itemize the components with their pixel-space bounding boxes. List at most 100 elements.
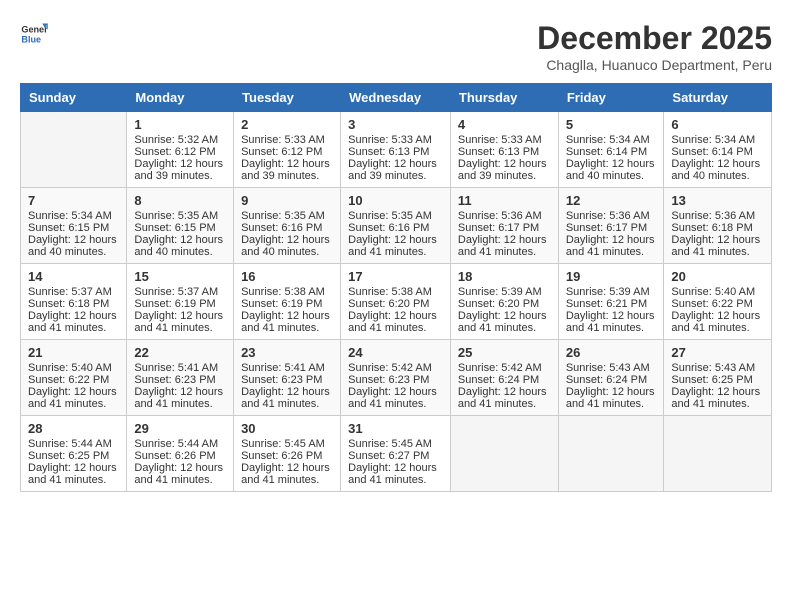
daylight-text: Daylight: 12 hours and 41 minutes. <box>28 462 119 486</box>
calendar-cell: 11Sunrise: 5:36 AMSunset: 6:17 PMDayligh… <box>450 188 558 264</box>
daylight-text: Daylight: 12 hours and 41 minutes. <box>458 386 551 410</box>
sunrise-text: Sunrise: 5:37 AM <box>28 286 119 298</box>
sunrise-text: Sunrise: 5:43 AM <box>566 362 657 374</box>
calendar-cell: 8Sunrise: 5:35 AMSunset: 6:15 PMDaylight… <box>127 188 234 264</box>
calendar-cell: 2 Sunrise: 5:33 AMSunset: 6:12 PMDaylight… <box>234 112 341 188</box>
calendar-week-row: 1Sunrise: 5:32 AMSunset: 6:12 PMDaylight… <box>21 112 772 188</box>
sunrise-text: Sunrise: 5:33 AM <box>458 134 551 146</box>
calendar-cell <box>450 416 558 492</box>
logo-icon: General Blue <box>20 20 48 48</box>
calendar-cell: 12Sunrise: 5:36 AMSunset: 6:17 PMDayligh… <box>558 188 664 264</box>
day-number: 11 <box>458 193 551 208</box>
sunrise-text: Sunrise: 5:42 AM <box>458 362 551 374</box>
sunrise-text: Sunrise: 5:33 AM <box>241 134 333 146</box>
sunset-text: Sunset: 6:16 PM <box>241 222 333 234</box>
daylight-text: Daylight: 12 hours and 41 minutes. <box>671 386 764 410</box>
daylight-text: Daylight: 12 hours and 39 minutes. <box>134 158 226 182</box>
day-number: 12 <box>566 193 657 208</box>
sunset-text: Sunset: 6:22 PM <box>671 298 764 310</box>
sunrise-text: Sunrise: 5:40 AM <box>671 286 764 298</box>
sunset-text: Sunset: 6:12 PM <box>134 146 226 158</box>
sunset-text: Sunset: 6:26 PM <box>241 450 333 462</box>
sunset-text: Sunset: 6:22 PM <box>28 374 119 386</box>
calendar-cell: 6Sunrise: 5:34 AMSunset: 6:14 PMDaylight… <box>664 112 772 188</box>
calendar-cell <box>21 112 127 188</box>
page-header: General Blue December 2025 Chaglla, Huan… <box>20 20 772 73</box>
day-number: 16 <box>241 269 333 284</box>
sunrise-text: Sunrise: 5:34 AM <box>566 134 657 146</box>
daylight-text: Daylight: 12 hours and 39 minutes. <box>348 158 443 182</box>
weekday-header-friday: Friday <box>558 84 664 112</box>
sunrise-text: Sunrise: 5:42 AM <box>348 362 443 374</box>
day-number: 20 <box>671 269 764 284</box>
daylight-text: Daylight: 12 hours and 41 minutes. <box>348 462 443 486</box>
sunrise-text: Sunrise: 5:39 AM <box>458 286 551 298</box>
sunset-text: Sunset: 6:15 PM <box>28 222 119 234</box>
calendar-week-row: 14Sunrise: 5:37 AMSunset: 6:18 PMDayligh… <box>21 264 772 340</box>
sunrise-text: Sunrise: 5:36 AM <box>566 210 657 222</box>
calendar-cell: 29Sunrise: 5:44 AMSunset: 6:26 PMDayligh… <box>127 416 234 492</box>
sunset-text: Sunset: 6:25 PM <box>28 450 119 462</box>
day-number: 14 <box>28 269 119 284</box>
sunrise-text: Sunrise: 5:39 AM <box>566 286 657 298</box>
calendar-cell: 25Sunrise: 5:42 AMSunset: 6:24 PMDayligh… <box>450 340 558 416</box>
sunset-text: Sunset: 6:23 PM <box>134 374 226 386</box>
day-number: 31 <box>348 421 443 436</box>
daylight-text: Daylight: 12 hours and 41 minutes. <box>348 234 443 258</box>
calendar-cell: 9Sunrise: 5:35 AMSunset: 6:16 PMDaylight… <box>234 188 341 264</box>
daylight-text: Daylight: 12 hours and 40 minutes. <box>28 234 119 258</box>
sunset-text: Sunset: 6:15 PM <box>134 222 226 234</box>
sunset-text: Sunset: 6:19 PM <box>134 298 226 310</box>
sunset-text: Sunset: 6:17 PM <box>458 222 551 234</box>
daylight-text: Daylight: 12 hours and 39 minutes. <box>241 158 333 182</box>
daylight-text: Daylight: 12 hours and 41 minutes. <box>566 234 657 258</box>
calendar-cell: 19Sunrise: 5:39 AMSunset: 6:21 PMDayligh… <box>558 264 664 340</box>
daylight-text: Daylight: 12 hours and 40 minutes. <box>241 234 333 258</box>
title-area: December 2025 Chaglla, Huanuco Departmen… <box>537 20 772 73</box>
calendar-week-row: 28Sunrise: 5:44 AMSunset: 6:25 PMDayligh… <box>21 416 772 492</box>
logo: General Blue <box>20 20 48 48</box>
sunrise-text: Sunrise: 5:41 AM <box>134 362 226 374</box>
sunset-text: Sunset: 6:23 PM <box>241 374 333 386</box>
calendar-cell: 28Sunrise: 5:44 AMSunset: 6:25 PMDayligh… <box>21 416 127 492</box>
calendar-cell: 3Sunrise: 5:33 AMSunset: 6:13 PMDaylight… <box>341 112 451 188</box>
calendar-cell: 23Sunrise: 5:41 AMSunset: 6:23 PMDayligh… <box>234 340 341 416</box>
sunset-text: Sunset: 6:14 PM <box>566 146 657 158</box>
day-number: 2 <box>241 117 333 132</box>
daylight-text: Daylight: 12 hours and 41 minutes. <box>566 386 657 410</box>
daylight-text: Daylight: 12 hours and 41 minutes. <box>241 462 333 486</box>
daylight-text: Daylight: 12 hours and 41 minutes. <box>566 310 657 334</box>
calendar-cell: 4Sunrise: 5:33 AMSunset: 6:13 PMDaylight… <box>450 112 558 188</box>
calendar-cell: 18Sunrise: 5:39 AMSunset: 6:20 PMDayligh… <box>450 264 558 340</box>
daylight-text: Daylight: 12 hours and 40 minutes. <box>671 158 764 182</box>
day-number: 8 <box>134 193 226 208</box>
daylight-text: Daylight: 12 hours and 41 minutes. <box>458 234 551 258</box>
daylight-text: Daylight: 12 hours and 41 minutes. <box>671 234 764 258</box>
sunrise-text: Sunrise: 5:43 AM <box>671 362 764 374</box>
sunset-text: Sunset: 6:24 PM <box>458 374 551 386</box>
daylight-text: Daylight: 12 hours and 41 minutes. <box>241 310 333 334</box>
day-number: 19 <box>566 269 657 284</box>
sunrise-text: Sunrise: 5:45 AM <box>241 438 333 450</box>
sunrise-text: Sunrise: 5:44 AM <box>28 438 119 450</box>
sunset-text: Sunset: 6:23 PM <box>348 374 443 386</box>
sunset-text: Sunset: 6:18 PM <box>28 298 119 310</box>
daylight-text: Daylight: 12 hours and 41 minutes. <box>241 386 333 410</box>
weekday-header-monday: Monday <box>127 84 234 112</box>
sunset-text: Sunset: 6:24 PM <box>566 374 657 386</box>
day-number: 17 <box>348 269 443 284</box>
sunset-text: Sunset: 6:20 PM <box>348 298 443 310</box>
sunrise-text: Sunrise: 5:32 AM <box>134 134 226 146</box>
sunrise-text: Sunrise: 5:45 AM <box>348 438 443 450</box>
weekday-header-saturday: Saturday <box>664 84 772 112</box>
day-number: 30 <box>241 421 333 436</box>
day-number: 29 <box>134 421 226 436</box>
day-number: 13 <box>671 193 764 208</box>
sunset-text: Sunset: 6:12 PM <box>241 146 333 158</box>
daylight-text: Daylight: 12 hours and 41 minutes. <box>134 386 226 410</box>
calendar-table: SundayMondayTuesdayWednesdayThursdayFrid… <box>20 83 772 492</box>
sunset-text: Sunset: 6:20 PM <box>458 298 551 310</box>
sunset-text: Sunset: 6:26 PM <box>134 450 226 462</box>
sunrise-text: Sunrise: 5:34 AM <box>671 134 764 146</box>
daylight-text: Daylight: 12 hours and 41 minutes. <box>28 310 119 334</box>
